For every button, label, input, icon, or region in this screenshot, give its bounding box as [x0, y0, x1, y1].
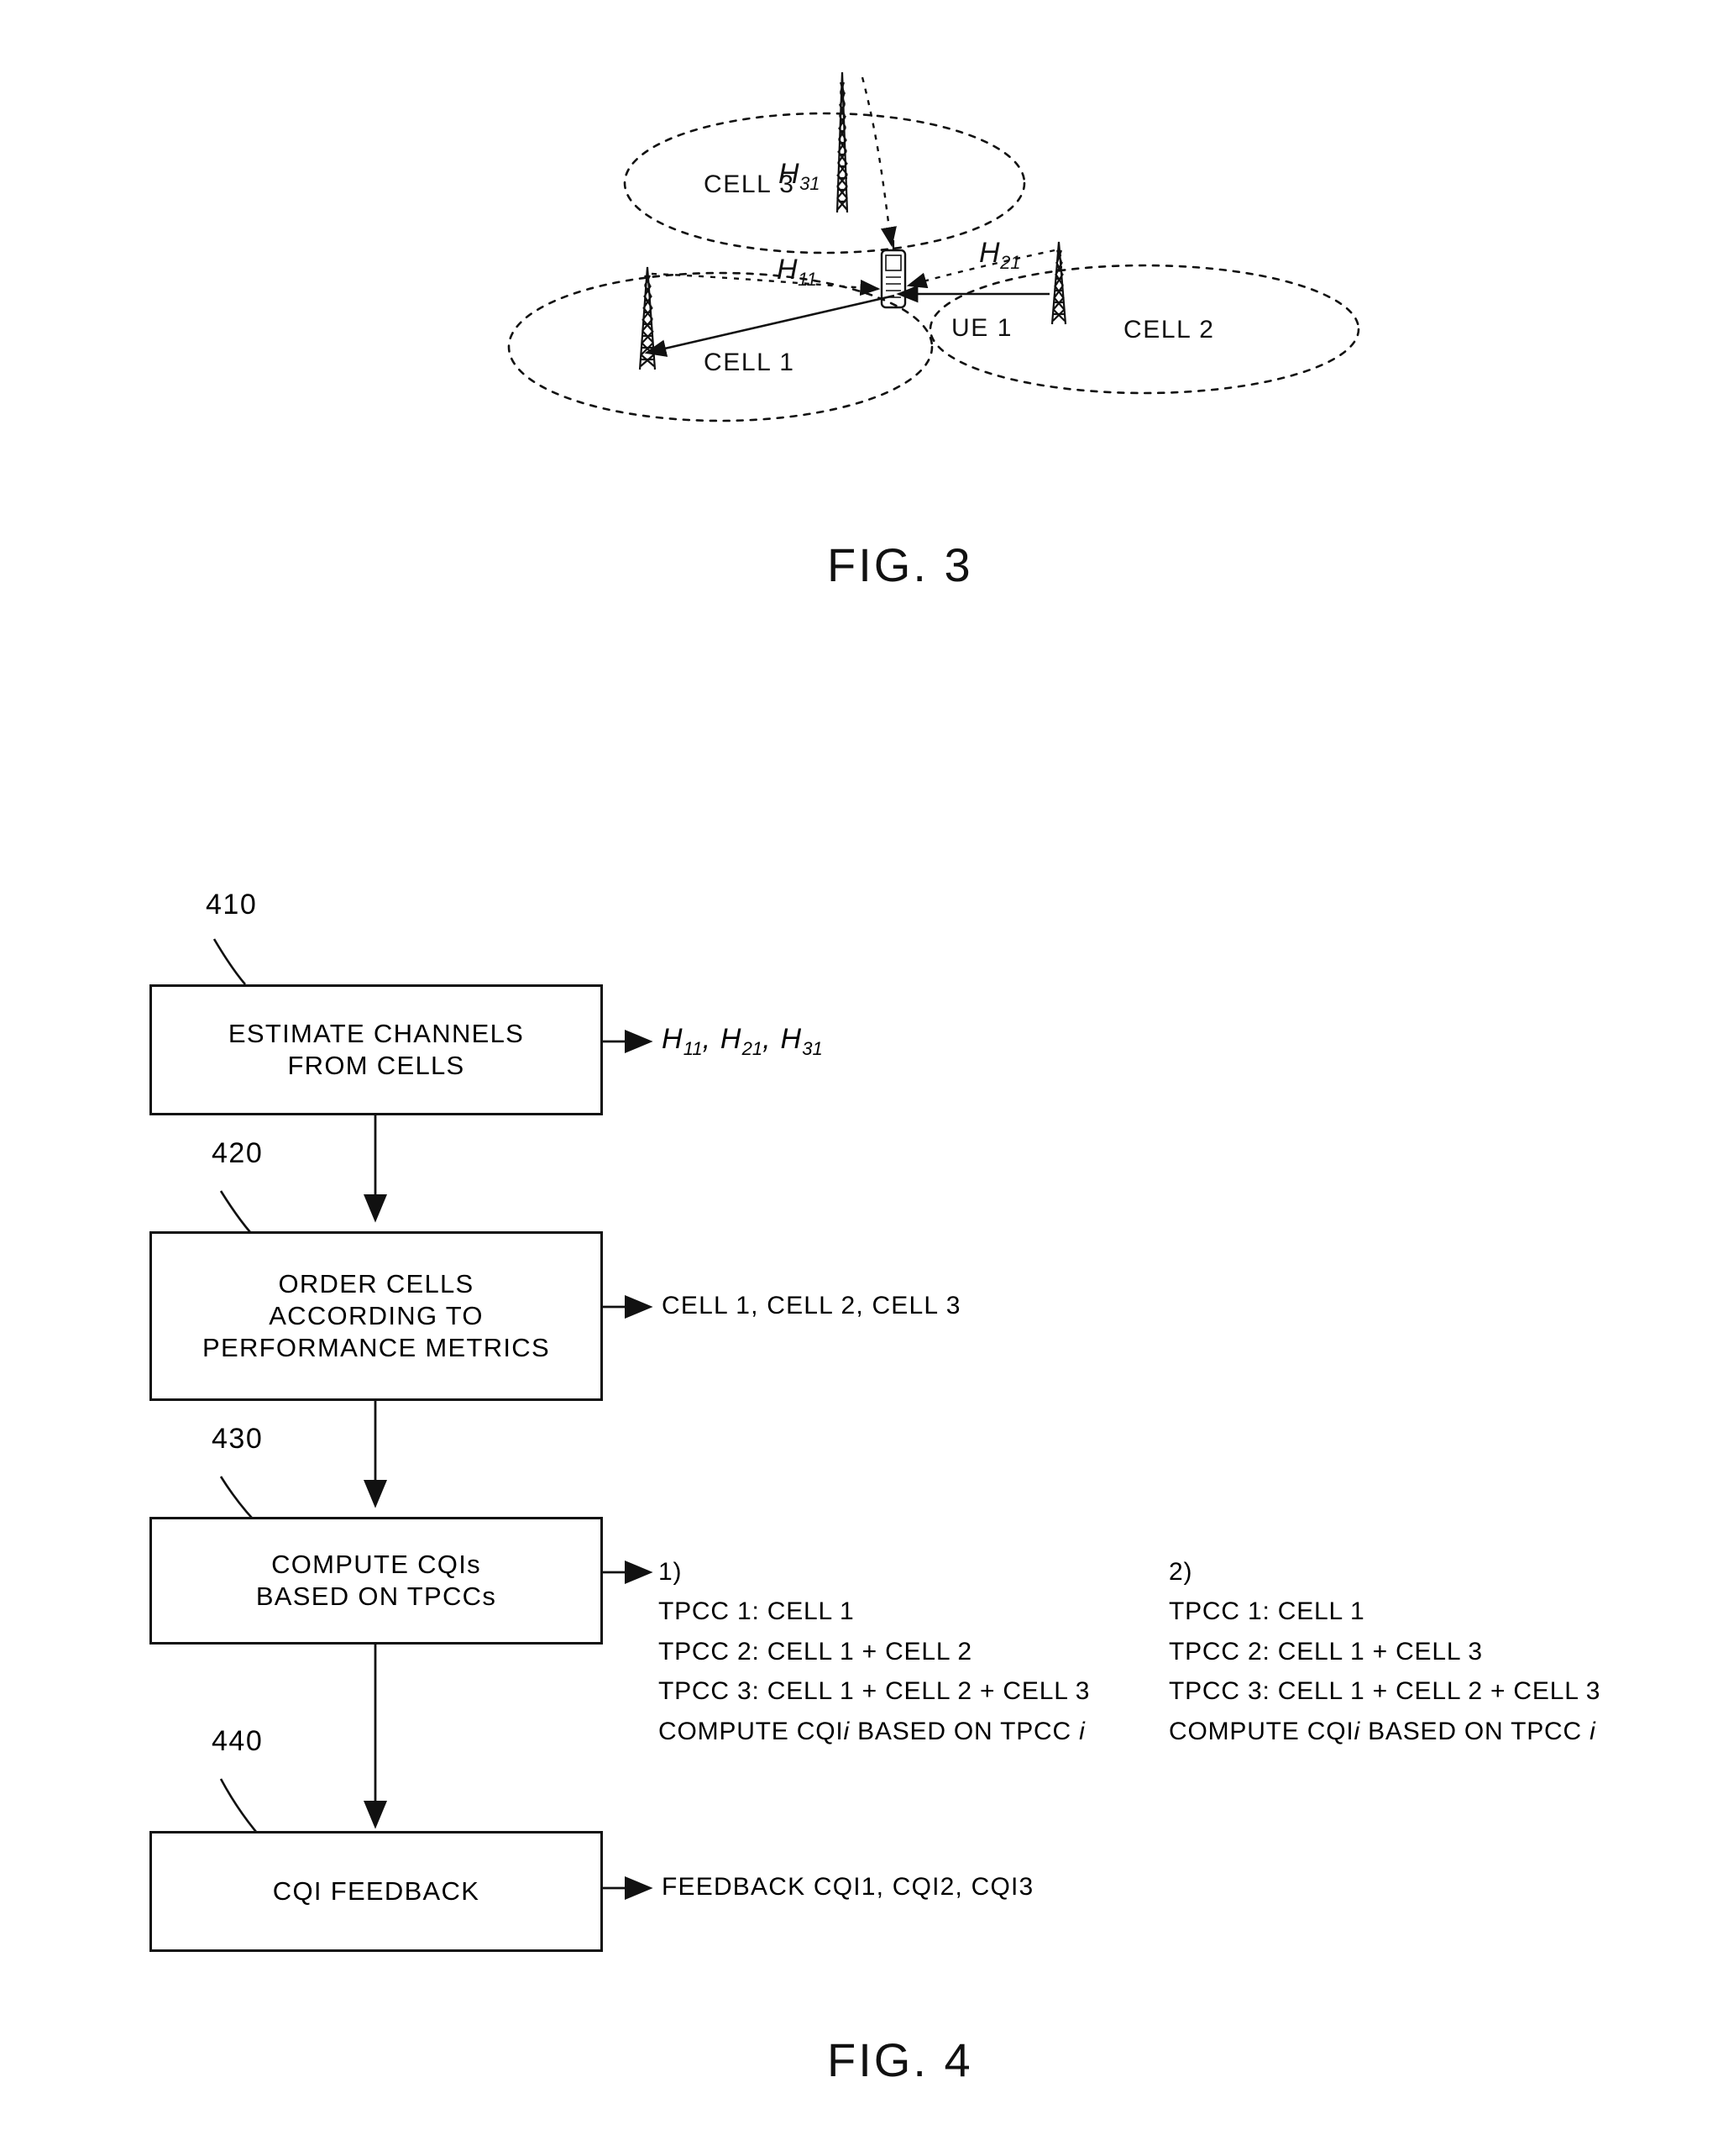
process-box-440[interactable]: CQI FEEDBACK: [149, 1831, 603, 1952]
tpcc-option-1-row-1: TPCC 1: CELL 1: [658, 1597, 855, 1626]
process-box-420-line-3: PERFORMANCE METRICS: [202, 1332, 550, 1362]
tpcc-option-2-row-1: TPCC 1: CELL 1: [1169, 1597, 1365, 1626]
process-box-410-line-1: ESTIMATE CHANNELS: [228, 1019, 525, 1049]
output-420-cell-order: CELL 1, CELL 2, CELL 3: [662, 1292, 961, 1319]
tpcc-option-1-index: 1): [658, 1558, 683, 1586]
process-box-420-line-1: ORDER CELLS: [278, 1269, 474, 1299]
reference-numeral-430: 430: [212, 1423, 264, 1455]
process-box-430-line-1: COMPUTE CQIs: [271, 1550, 481, 1580]
tpcc-option-2-row-3: TPCC 3: CELL 1 + CELL 2 + CELL 3: [1169, 1677, 1601, 1706]
tpcc-option-2-row-2: TPCC 2: CELL 1 + CELL 3: [1169, 1637, 1483, 1666]
patent-drawing-sheet: CELL 3 CELL 1 CELL 2 UE 1 H31 H11 H21 FI…: [0, 0, 1723, 2156]
process-box-410[interactable]: ESTIMATE CHANNELS FROM CELLS: [149, 984, 603, 1115]
figure-4-caption: FIG. 4: [827, 2033, 973, 2086]
reference-numeral-410: 410: [206, 889, 258, 921]
tpcc-option-1-row-2: TPCC 2: CELL 1 + CELL 2: [658, 1637, 972, 1666]
tpcc-option-2: 2) TPCC 1: CELL 1 TPCC 2: CELL 1 + CELL …: [1169, 1552, 1600, 1751]
reference-numeral-440: 440: [212, 1725, 264, 1757]
process-box-420[interactable]: ORDER CELLS ACCORDING TO PERFORMANCE MET…: [149, 1231, 603, 1401]
tpcc-option-2-index: 2): [1169, 1558, 1193, 1586]
tpcc-option-1-row-3: TPCC 3: CELL 1 + CELL 2 + CELL 3: [658, 1677, 1091, 1706]
output-440-feedback: FEEDBACK CQI1, CQI2, CQI3: [662, 1873, 1034, 1901]
process-box-430[interactable]: COMPUTE CQIs BASED ON TPCCs: [149, 1517, 603, 1645]
ref-leader-410: [212, 938, 246, 985]
reference-numeral-420: 420: [212, 1137, 264, 1169]
process-box-410-line-2: FROM CELLS: [287, 1051, 465, 1080]
output-410-channels: H11, H21, H31: [662, 1023, 823, 1059]
process-box-430-line-2: BASED ON TPCCs: [255, 1582, 497, 1611]
tpcc-option-1-compute: COMPUTE CQIi BASED ON TPCC i: [658, 1717, 1086, 1745]
process-box-440-line-1: CQI FEEDBACK: [272, 1876, 480, 1907]
tpcc-option-2-compute: COMPUTE CQIi BASED ON TPCC i: [1169, 1717, 1596, 1745]
tpcc-option-1: 1) TPCC 1: CELL 1 TPCC 2: CELL 1 + CELL …: [658, 1552, 1090, 1751]
process-box-420-line-2: ACCORDING TO: [269, 1301, 484, 1331]
